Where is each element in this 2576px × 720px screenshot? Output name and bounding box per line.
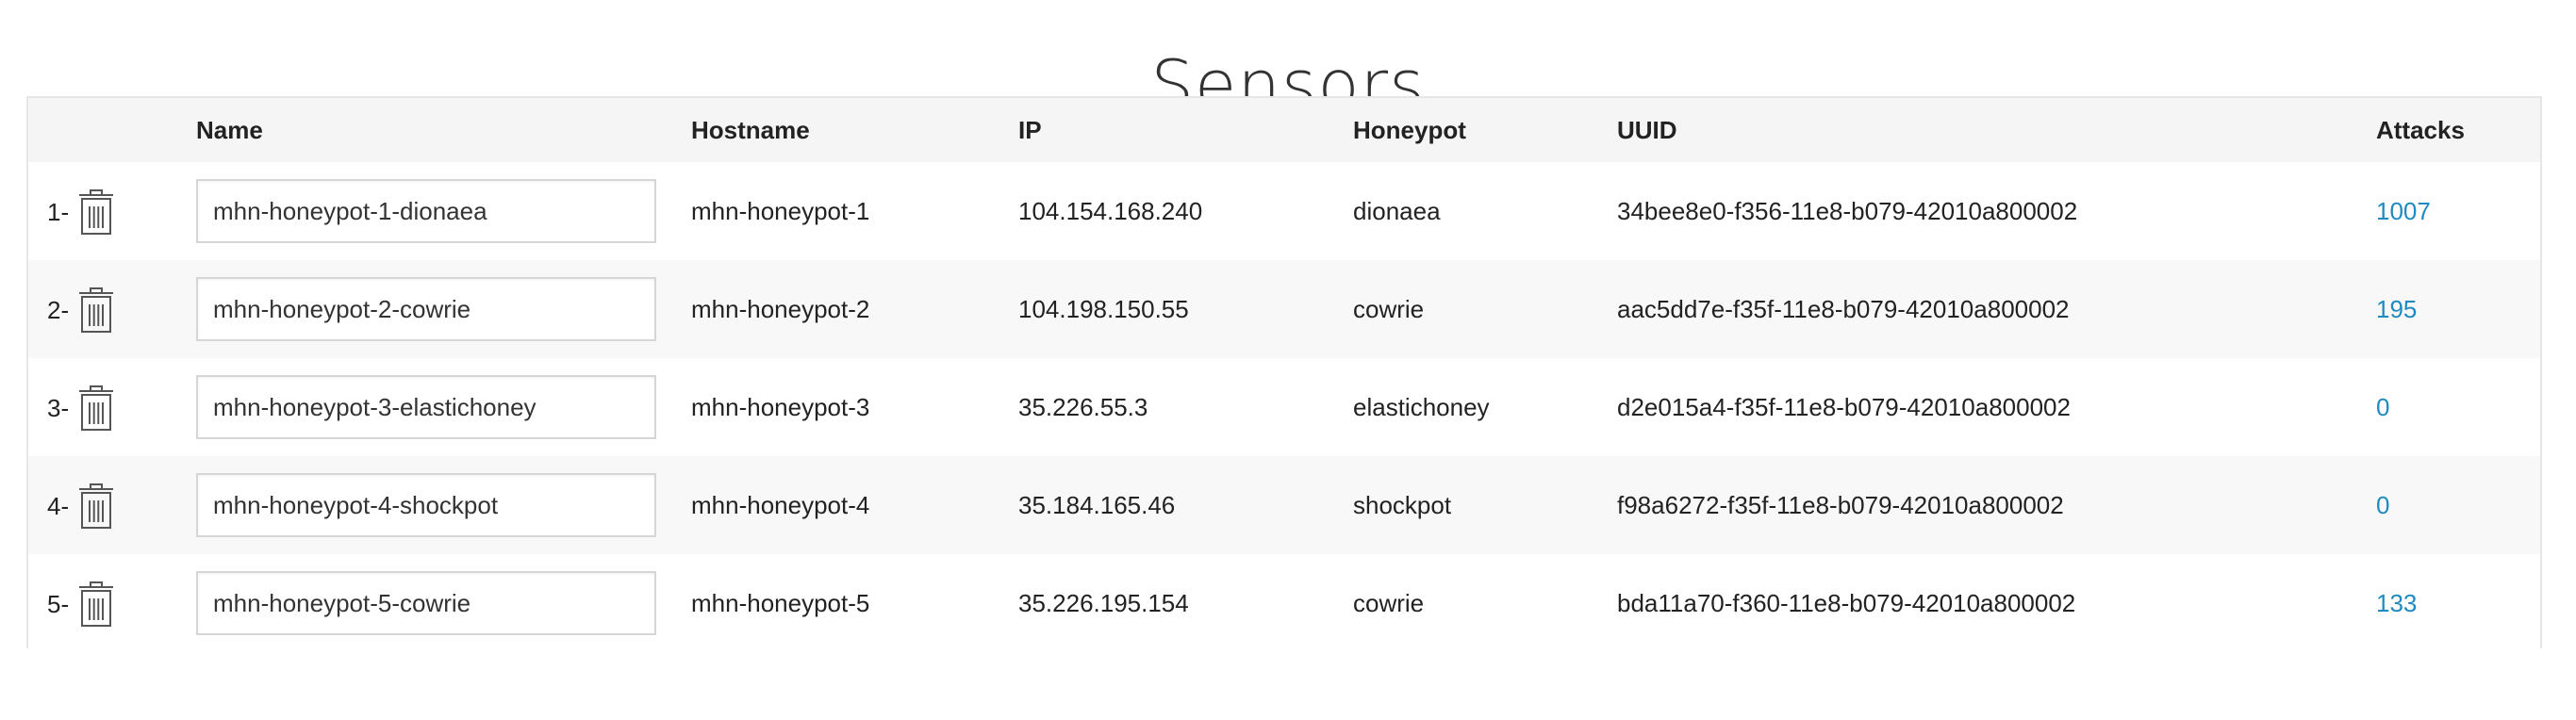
row-number-cell: 4- bbox=[28, 456, 196, 554]
hostname-cell: mhn-honeypot-2 bbox=[691, 294, 870, 323]
row-number: 3- bbox=[47, 394, 70, 422]
name-cell bbox=[196, 260, 691, 358]
attacks-link[interactable]: 133 bbox=[2376, 589, 2417, 617]
attacks-link[interactable]: 195 bbox=[2376, 295, 2417, 323]
attacks-cell: 195 bbox=[2376, 260, 2540, 358]
attacks-link[interactable]: 0 bbox=[2376, 393, 2389, 421]
ip-cell: 104.198.150.55 bbox=[1018, 294, 1189, 323]
uuid-cell: 34bee8e0-f356-11e8-b079-42010a800002 bbox=[1617, 196, 2078, 225]
name-cell bbox=[196, 358, 691, 456]
table-row: 5- mhn-honeypot-5 35.226.195.154 cowrie … bbox=[28, 554, 2540, 652]
header-honeypot: Honeypot bbox=[1353, 115, 1466, 144]
sensor-name-input[interactable] bbox=[196, 277, 656, 341]
uuid-cell: d2e015a4-f35f-11e8-b079-42010a800002 bbox=[1617, 392, 2071, 421]
header-name: Name bbox=[196, 115, 263, 144]
name-cell bbox=[196, 162, 691, 260]
table-row: 1- mhn-honeypot-1 104.154.168.240 dionae… bbox=[28, 162, 2540, 260]
sensor-name-input[interactable] bbox=[196, 473, 656, 537]
table-row: 3- mhn-honeypot-3 35.226.55.3 elastichon… bbox=[28, 358, 2540, 456]
ip-cell: 35.226.195.154 bbox=[1018, 588, 1189, 617]
hostname-cell: mhn-honeypot-4 bbox=[691, 490, 870, 519]
ip-cell: 35.226.55.3 bbox=[1018, 392, 1148, 421]
sensors-table: Name Hostname IP Honeypot UUID Attacks 1… bbox=[26, 96, 2542, 652]
attacks-link[interactable]: 0 bbox=[2376, 491, 2389, 519]
hostname-cell: mhn-honeypot-5 bbox=[691, 588, 870, 617]
uuid-cell: aac5dd7e-f35f-11e8-b079-42010a800002 bbox=[1617, 294, 2070, 323]
honeypot-cell: elastichoney bbox=[1353, 392, 1490, 421]
row-number-cell: 2- bbox=[28, 260, 196, 358]
table-header-row: Name Hostname IP Honeypot UUID Attacks bbox=[28, 98, 2540, 162]
ip-cell: 35.184.165.46 bbox=[1018, 490, 1176, 519]
header-ip: IP bbox=[1018, 115, 1042, 144]
attacks-cell: 0 bbox=[2376, 358, 2540, 456]
uuid-cell: bda11a70-f360-11e8-b079-42010a800002 bbox=[1617, 588, 2076, 617]
row-number: 5- bbox=[47, 590, 70, 618]
sensor-name-input[interactable] bbox=[196, 375, 656, 439]
header-hostname: Hostname bbox=[691, 115, 810, 144]
trash-icon[interactable] bbox=[75, 385, 117, 432]
sensor-name-input[interactable] bbox=[196, 571, 656, 635]
attacks-cell: 0 bbox=[2376, 456, 2540, 554]
header-uuid: UUID bbox=[1617, 115, 1677, 144]
header-attacks: Attacks bbox=[2376, 115, 2465, 144]
row-number-cell: 3- bbox=[28, 358, 196, 456]
trash-icon[interactable] bbox=[75, 286, 117, 334]
header-number bbox=[28, 98, 196, 162]
trash-icon[interactable] bbox=[75, 188, 117, 236]
sensor-name-input[interactable] bbox=[196, 179, 656, 243]
row-number-cell: 5- bbox=[28, 554, 196, 652]
name-cell bbox=[196, 554, 691, 652]
trash-icon[interactable] bbox=[75, 483, 117, 530]
table-row: 2- mhn-honeypot-2 104.198.150.55 cowrie … bbox=[28, 260, 2540, 358]
hostname-cell: mhn-honeypot-1 bbox=[691, 196, 870, 225]
attacks-cell: 133 bbox=[2376, 554, 2540, 652]
honeypot-cell: cowrie bbox=[1353, 294, 1425, 323]
ip-cell: 104.154.168.240 bbox=[1018, 196, 1203, 225]
row-number: 4- bbox=[47, 492, 70, 520]
honeypot-cell: dionaea bbox=[1353, 196, 1441, 225]
row-number: 1- bbox=[47, 198, 70, 226]
attacks-link[interactable]: 1007 bbox=[2376, 197, 2431, 225]
honeypot-cell: cowrie bbox=[1353, 588, 1425, 617]
table-row: 4- mhn-honeypot-4 35.184.165.46 shockpot… bbox=[28, 456, 2540, 554]
uuid-cell: f98a6272-f35f-11e8-b079-42010a800002 bbox=[1617, 490, 2064, 519]
hostname-cell: mhn-honeypot-3 bbox=[691, 392, 870, 421]
name-cell bbox=[196, 456, 691, 554]
trash-icon[interactable] bbox=[75, 581, 117, 628]
row-number: 2- bbox=[47, 296, 70, 324]
honeypot-cell: shockpot bbox=[1353, 490, 1452, 519]
row-number-cell: 1- bbox=[28, 162, 196, 260]
attacks-cell: 1007 bbox=[2376, 162, 2540, 260]
